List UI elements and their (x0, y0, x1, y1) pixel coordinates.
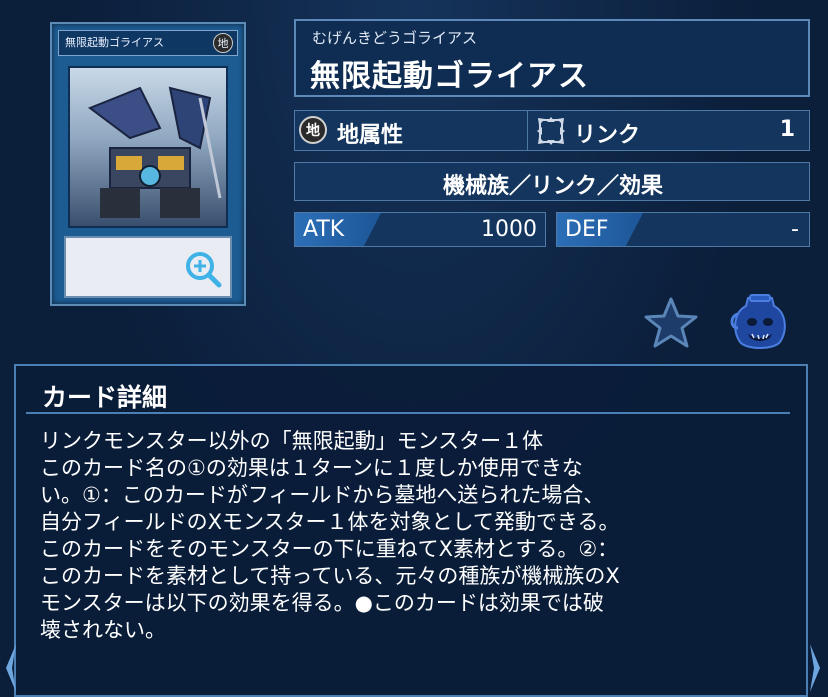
link-arrow-icon (536, 116, 566, 146)
link-panel: リンク 1 (527, 110, 810, 151)
earth-attribute-icon: 地 (299, 116, 327, 144)
previous-arrow-icon[interactable] (4, 644, 18, 692)
card-name-panel: むげんきどうゴライアス 無限起動ゴライアス (294, 19, 810, 97)
card-image-attribute-icon: 地 (213, 33, 233, 53)
attribute-panel: 地 地属性 (294, 110, 550, 151)
def-value: - (791, 217, 799, 242)
type-line: 機械族／リンク／効果 (442, 174, 663, 199)
atk-panel: ATK 1000 (294, 212, 546, 247)
card-image[interactable]: 無限起動ゴライアス 地 (50, 22, 246, 306)
card-image-name-bar: 無限起動ゴライアス 地 (58, 30, 238, 56)
def-label: DEF (565, 217, 609, 242)
card-text-box (64, 236, 232, 298)
link-label: リンク (574, 123, 641, 148)
machine-artwork-illustration (87, 86, 222, 218)
next-arrow-icon[interactable] (808, 644, 822, 692)
atk-value: 1000 (481, 217, 537, 242)
detail-title: カード詳細 (42, 383, 168, 412)
card-name: 無限起動ゴライアス (310, 59, 589, 94)
card-image-name: 無限起動ゴライアス (65, 36, 164, 49)
attribute-label: 地属性 (337, 123, 404, 148)
deck-pot-icon[interactable] (730, 292, 790, 354)
link-rating-value: 1 (779, 117, 795, 142)
card-name-reading: むげんきどうゴライアス (312, 29, 478, 47)
detail-title-bar: カード詳細 (26, 372, 790, 414)
def-panel: DEF - (556, 212, 810, 247)
zoom-icon[interactable] (184, 250, 222, 288)
card-effect-text: リンクモンスター以外の「無限起動」モンスター１体 このカード名の①の効果は１ター… (40, 429, 620, 642)
favorite-star-icon[interactable] (643, 296, 699, 350)
card-artwork (68, 66, 228, 228)
card-detail-panel[interactable]: カード詳細 リンクモンスター以外の「無限起動」モンスター１体 このカード名の①の… (14, 364, 808, 697)
atk-label: ATK (303, 217, 345, 242)
type-line-panel: 機械族／リンク／効果 (294, 162, 810, 201)
